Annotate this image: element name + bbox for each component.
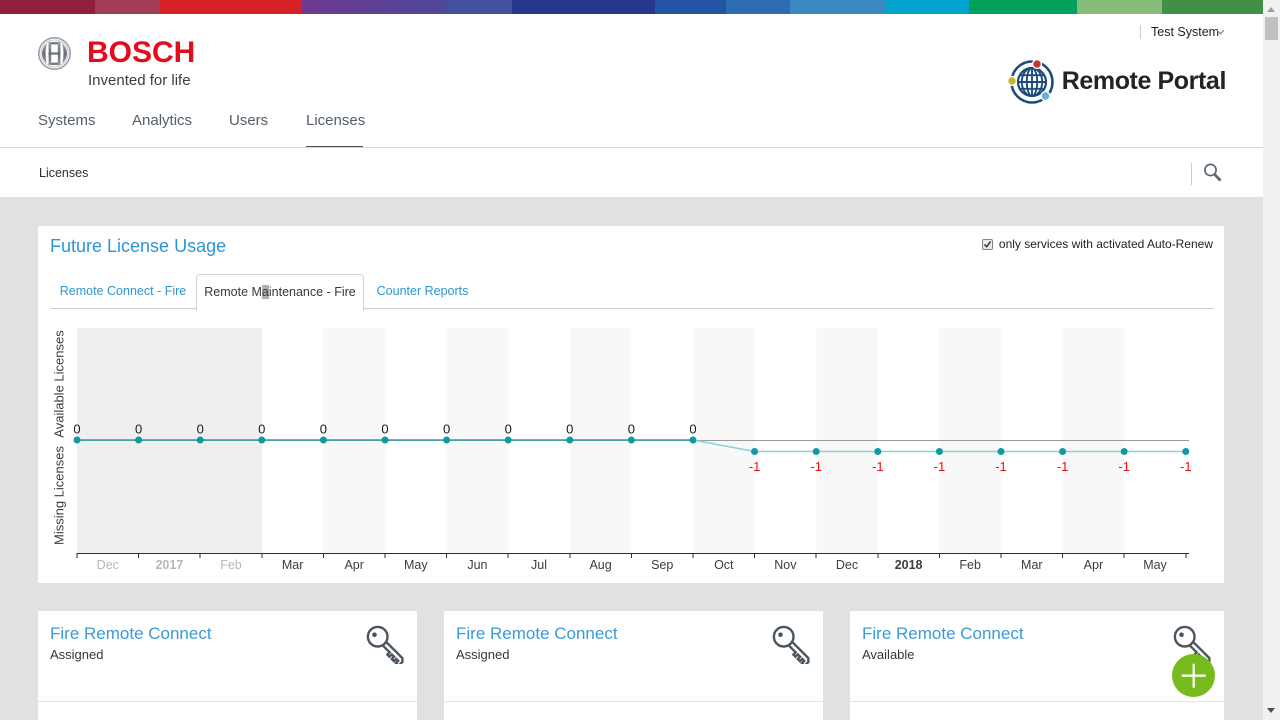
svg-text:May: May xyxy=(1143,558,1167,572)
svg-text:Available Licenses: Available Licenses xyxy=(52,330,67,438)
svg-text:0: 0 xyxy=(320,422,327,437)
svg-text:Aug: Aug xyxy=(589,558,611,572)
svg-text:2017: 2017 xyxy=(155,558,183,572)
svg-text:0: 0 xyxy=(135,422,142,437)
svg-text:Dec: Dec xyxy=(836,558,858,572)
svg-text:Oct: Oct xyxy=(714,558,734,572)
svg-text:0: 0 xyxy=(443,422,450,437)
svg-text:-1: -1 xyxy=(1057,459,1069,474)
svg-text:0: 0 xyxy=(689,422,696,437)
svg-text:0: 0 xyxy=(197,422,204,437)
svg-text:-1: -1 xyxy=(1118,459,1130,474)
svg-text:Mar: Mar xyxy=(1021,558,1043,572)
svg-text:Feb: Feb xyxy=(959,558,981,572)
svg-text:Apr: Apr xyxy=(1084,558,1103,572)
svg-text:Sep: Sep xyxy=(651,558,673,572)
svg-text:Feb: Feb xyxy=(220,558,242,572)
svg-text:Mar: Mar xyxy=(282,558,304,572)
svg-text:Jul: Jul xyxy=(531,558,547,572)
svg-text:0: 0 xyxy=(73,422,80,437)
svg-text:0: 0 xyxy=(505,422,512,437)
svg-text:0: 0 xyxy=(628,422,635,437)
svg-text:-1: -1 xyxy=(749,459,761,474)
svg-text:Missing Licenses: Missing Licenses xyxy=(52,446,67,545)
svg-text:Dec: Dec xyxy=(97,558,119,572)
svg-text:Apr: Apr xyxy=(344,558,363,572)
svg-text:-1: -1 xyxy=(1180,459,1192,474)
svg-text:-1: -1 xyxy=(995,459,1007,474)
svg-text:2018: 2018 xyxy=(895,558,923,572)
svg-text:-1: -1 xyxy=(872,459,884,474)
svg-text:May: May xyxy=(404,558,428,572)
svg-text:-1: -1 xyxy=(934,459,946,474)
svg-text:0: 0 xyxy=(566,422,573,437)
svg-text:-1: -1 xyxy=(810,459,822,474)
svg-text:0: 0 xyxy=(381,422,388,437)
svg-text:0: 0 xyxy=(258,422,265,437)
svg-text:Nov: Nov xyxy=(774,558,797,572)
svg-text:Jun: Jun xyxy=(467,558,487,572)
